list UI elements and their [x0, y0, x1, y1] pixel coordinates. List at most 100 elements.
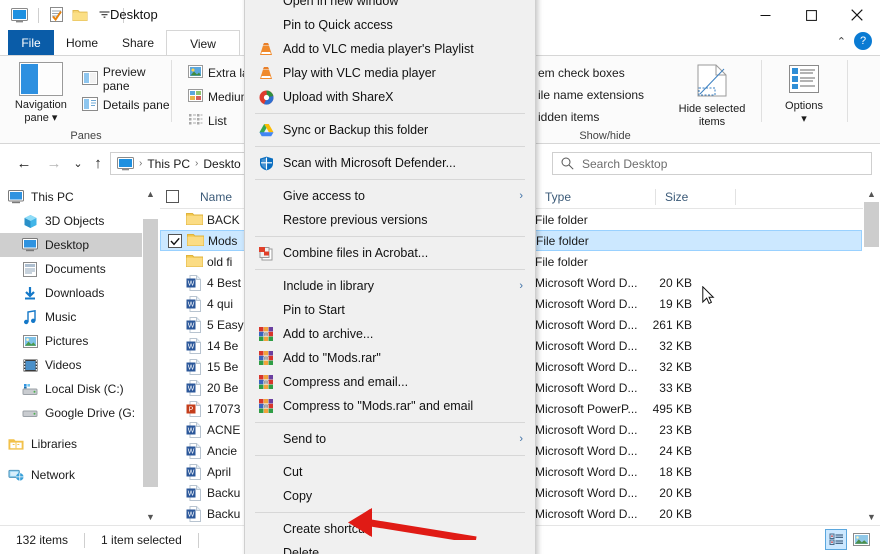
scrollbar-thumb[interactable]: [864, 202, 879, 247]
menu-item-label: Delete: [283, 546, 320, 554]
details-pane-button[interactable]: Details pane: [80, 94, 172, 116]
folder-icon: [186, 254, 203, 270]
address-desktop-icon: [117, 156, 134, 171]
menu-separator: [255, 269, 525, 270]
menu-item-include-in-library[interactable]: Include in library ›: [245, 274, 535, 298]
file-name: 17073: [207, 401, 241, 416]
tab-file[interactable]: File: [8, 30, 54, 56]
breadcrumb-desktop[interactable]: Deskto: [203, 157, 240, 171]
menu-item-open-in-new-window[interactable]: Open in new window: [245, 0, 535, 13]
menu-item-compress-to-mods-rar-and-email[interactable]: W Compress to "Mods.rar" and email: [245, 394, 535, 418]
network-icon: [8, 467, 24, 483]
word-icon: W: [186, 484, 202, 501]
search-box[interactable]: Search Desktop: [552, 152, 872, 175]
file-list-scrollbar[interactable]: ▲ ▼: [863, 185, 880, 525]
menu-item-add-to-mods-rar[interactable]: W Add to "Mods.rar": [245, 346, 535, 370]
up-button[interactable]: ↑: [86, 151, 110, 175]
ribbon-group-options: Options ▾: [768, 56, 848, 144]
options-button[interactable]: Options ▾: [768, 58, 840, 126]
menu-item-label: Send to: [283, 432, 327, 446]
divider: [38, 7, 39, 23]
new-folder-icon[interactable]: [69, 4, 91, 26]
sidebar-item-videos[interactable]: Videos: [0, 353, 142, 377]
menu-item-cut[interactable]: Cut: [245, 460, 535, 484]
menu-item-give-access-to[interactable]: Give access to ›: [245, 184, 535, 208]
hide-selected-items-button[interactable]: Hide selected items: [670, 58, 754, 129]
column-header-type[interactable]: Type: [545, 185, 571, 209]
menu-item-pin-to-start[interactable]: Pin to Start: [245, 298, 535, 322]
hide-selected-label-2: items: [698, 116, 726, 128]
column-divider[interactable]: [655, 189, 656, 205]
file-type: Microsoft PowerP...: [535, 401, 638, 416]
file-type: Microsoft Word D...: [535, 443, 638, 458]
select-all-checkbox[interactable]: [166, 185, 179, 209]
local-disk-icon: [22, 381, 38, 397]
large-icons-view-button[interactable]: [850, 529, 872, 550]
column-header-name[interactable]: Name: [200, 185, 232, 209]
menu-item-restore-previous-versions[interactable]: Restore previous versions: [245, 208, 535, 232]
maximize-button[interactable]: [788, 0, 834, 30]
preview-pane-button[interactable]: Preview pane: [80, 65, 172, 93]
menu-item-pin-to-quick-access[interactable]: Pin to Quick access: [245, 13, 535, 37]
sidebar-item-3d-objects[interactable]: 3D Objects: [0, 209, 142, 233]
desktop-icon[interactable]: [8, 4, 30, 26]
file-type: File folder: [535, 254, 588, 269]
item-check-boxes-checkbox[interactable]: em check boxes: [536, 62, 646, 84]
menu-item-sync-or-backup-this-folder[interactable]: Sync or Backup this folder: [245, 118, 535, 142]
sidebar-item-google-drive[interactable]: Google Drive (G:: [0, 401, 142, 425]
breadcrumb-separator: ›: [139, 158, 143, 169]
sidebar-item-libraries[interactable]: Libraries: [0, 432, 142, 456]
row-checkbox[interactable]: [168, 233, 182, 248]
menu-item-add-to-vlc-playlist[interactable]: Add to VLC media player's Playlist: [245, 37, 535, 61]
scroll-up-icon[interactable]: ▲: [863, 185, 880, 202]
menu-item-play-with-vlc[interactable]: Play with VLC media player: [245, 61, 535, 85]
breadcrumb-this-pc[interactable]: This PC: [147, 157, 190, 171]
sidebar-item-pictures[interactable]: Pictures: [0, 329, 142, 353]
file-name: Backu: [207, 485, 241, 500]
sidebar-label: Pictures: [45, 334, 89, 348]
sidebar-item-music[interactable]: Music: [0, 305, 142, 329]
menu-item-send-to[interactable]: Send to ›: [245, 427, 535, 451]
navigation-pane-scrollbar[interactable]: ▲ ▼: [142, 185, 159, 525]
scrollbar-thumb[interactable]: [143, 219, 158, 487]
tab-home[interactable]: Home: [54, 30, 110, 56]
preview-pane-label: Preview pane: [102, 65, 146, 93]
sidebar-item-documents[interactable]: Documents: [0, 257, 142, 281]
hidden-items-checkbox[interactable]: idden items: [536, 106, 646, 128]
menu-item-compress-and-email[interactable]: W Compress and email...: [245, 370, 535, 394]
column-divider[interactable]: [735, 189, 736, 205]
scroll-down-icon[interactable]: ▼: [142, 508, 159, 525]
sidebar-item-desktop[interactable]: Desktop: [0, 233, 142, 257]
back-button[interactable]: ←: [12, 151, 36, 175]
forward-button[interactable]: →: [42, 151, 66, 175]
minimize-button[interactable]: [742, 0, 788, 30]
scroll-up-icon[interactable]: ▲: [142, 185, 159, 202]
file-name-extensions-checkbox[interactable]: ile name extensions: [536, 84, 646, 106]
sidebar-item-local-disk[interactable]: Local Disk (C:): [0, 377, 142, 401]
svg-text:W: W: [264, 380, 269, 386]
sidebar-item-this-pc[interactable]: This PC: [0, 185, 142, 209]
svg-text:W: W: [188, 385, 195, 392]
menu-item-combine-files-in-acrobat[interactable]: Combine files in Acrobat...: [245, 241, 535, 265]
collapse-ribbon-icon[interactable]: ⌃: [837, 35, 846, 48]
menu-item-add-to-archive[interactable]: W Add to archive...: [245, 322, 535, 346]
menu-item-upload-with-sharex[interactable]: Upload with ShareX: [245, 85, 535, 109]
menu-item-scan-with-defender[interactable]: Scan with Microsoft Defender...: [245, 151, 535, 175]
options-caret-icon[interactable]: ▾: [801, 113, 807, 125]
sidebar-item-network[interactable]: Network: [0, 463, 142, 487]
close-button[interactable]: [834, 0, 880, 30]
file-name-extensions-label: ile name extensions: [538, 88, 645, 102]
navigation-pane-caret-icon[interactable]: ▾: [52, 112, 58, 124]
properties-icon[interactable]: [45, 4, 67, 26]
tab-share[interactable]: Share: [110, 30, 166, 56]
file-name: 5 Easy: [207, 317, 244, 332]
sidebar-item-downloads[interactable]: Downloads: [0, 281, 142, 305]
navigation-pane-button[interactable]: Navigation pane ▾: [6, 56, 76, 125]
pictures-icon: [22, 333, 38, 349]
help-icon[interactable]: ?: [854, 32, 872, 50]
no-icon: [255, 464, 277, 480]
column-header-size[interactable]: Size: [665, 185, 688, 209]
details-view-button[interactable]: [825, 529, 847, 550]
scroll-down-icon[interactable]: ▼: [863, 508, 880, 525]
tab-view[interactable]: View: [166, 30, 240, 56]
